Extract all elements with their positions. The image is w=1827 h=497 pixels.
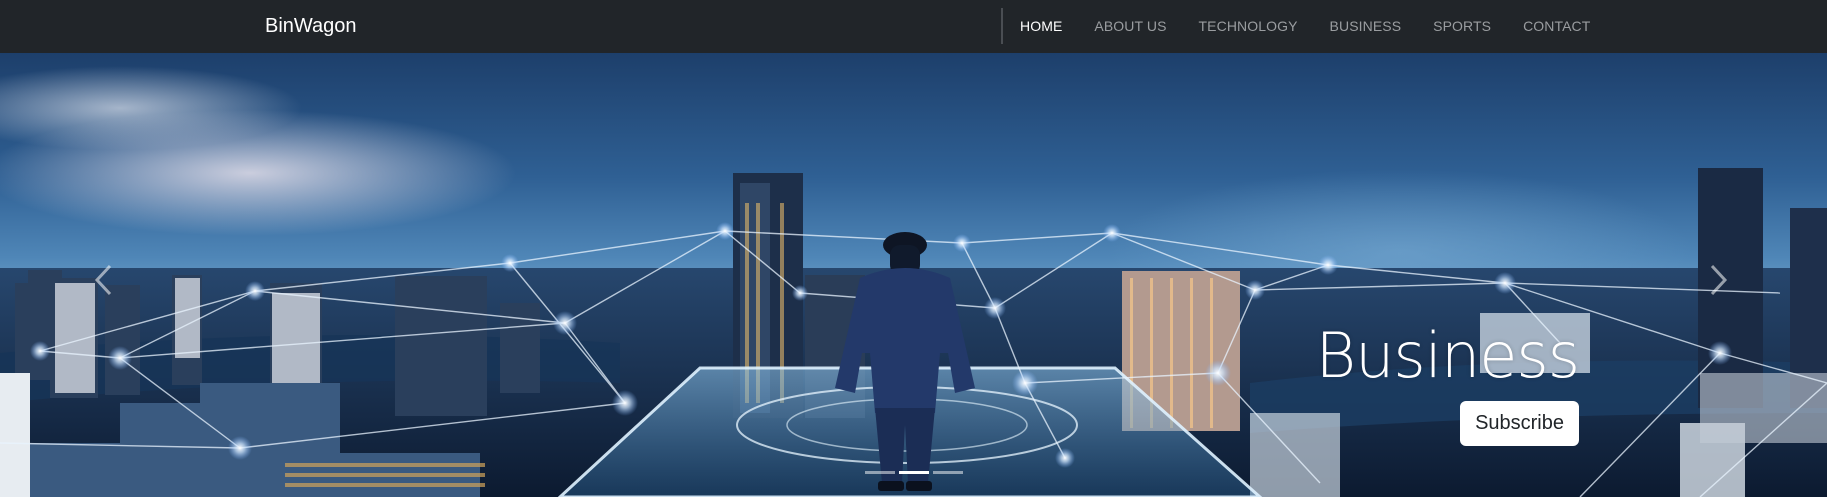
carousel-prev-button[interactable] — [92, 263, 116, 297]
nav-link-business[interactable]: BUSINESS — [1330, 18, 1402, 34]
chevron-right-icon — [1706, 264, 1730, 301]
carousel-indicator[interactable] — [864, 471, 895, 474]
nav-links: HOME ABOUT US TECHNOLOGY BUSINESS SPORTS… — [1020, 0, 1622, 53]
chevron-left-icon — [92, 264, 116, 301]
nav-divider — [1001, 8, 1003, 44]
carousel-next-button[interactable] — [1706, 263, 1730, 297]
carousel-caption: Business Subscribe — [1315, 319, 1580, 446]
carousel-indicator[interactable] — [898, 471, 929, 474]
nav-link-home[interactable]: HOME — [1020, 18, 1062, 34]
subscribe-button[interactable]: Subscribe — [1460, 401, 1579, 446]
nav-link-contact[interactable]: CONTACT — [1523, 18, 1590, 34]
caption-title: Business — [1315, 319, 1580, 392]
carousel-indicators — [0, 471, 1827, 474]
carousel-indicator[interactable] — [932, 471, 963, 474]
brand-logo[interactable]: BinWagon — [265, 14, 357, 38]
navbar: BinWagon HOME ABOUT US TECHNOLOGY BUSINE… — [0, 0, 1827, 53]
hero-carousel: Business Subscribe — [0, 53, 1827, 497]
nav-link-sports[interactable]: SPORTS — [1433, 18, 1491, 34]
nav-link-about-us[interactable]: ABOUT US — [1094, 18, 1166, 34]
nav-link-technology[interactable]: TECHNOLOGY — [1199, 18, 1298, 34]
